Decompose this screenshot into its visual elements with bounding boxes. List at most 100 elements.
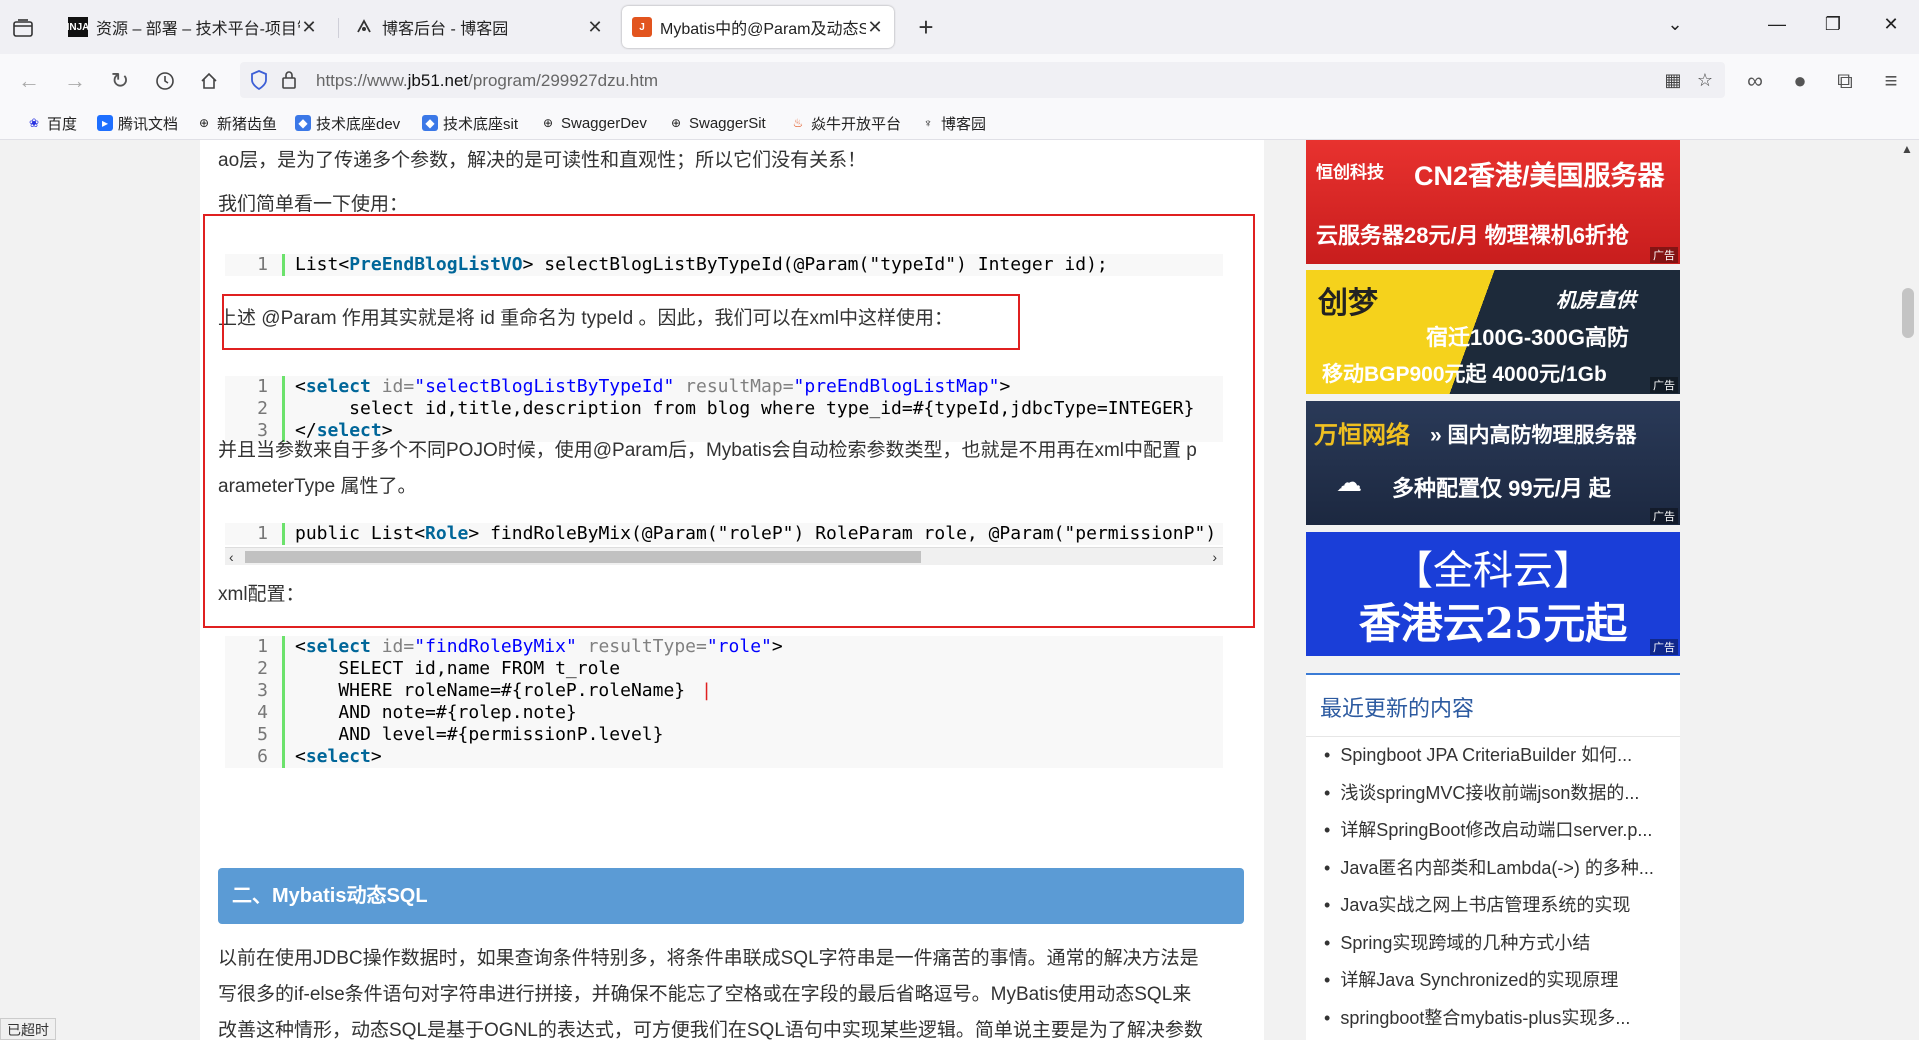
ad-tag: 广告 (1650, 377, 1678, 393)
page-vertical-scrollbar[interactable]: ▲ (1897, 140, 1919, 1040)
chevron-down-icon[interactable]: ⌄ (1660, 14, 1690, 42)
extensions-puzzle-icon[interactable]: ⧉ (1830, 66, 1860, 96)
bookmark-label: 博客园 (941, 115, 987, 133)
globe-icon: ⊕ (542, 116, 554, 130)
list-item[interactable]: Java匿名内部类和Lambda(->) 的多种... (1306, 850, 1680, 888)
inja-favicon-icon: INJA (67, 17, 89, 37)
ad-subline: 云服务器28元/月 物理裸机6折抢 (1316, 223, 1629, 248)
code-text: <select> (285, 746, 382, 768)
section-heading: 二、Mybatis动态SQL (218, 868, 1244, 924)
close-icon[interactable]: ✕ (300, 17, 318, 38)
bookmark-baidu[interactable]: ❀ 百度 (26, 113, 77, 133)
list-item[interactable]: Spring实现跨域的几种方式小结 (1306, 925, 1680, 963)
close-icon[interactable]: ✕ (586, 17, 604, 38)
forward-icon[interactable]: → (60, 66, 90, 96)
code-token: > (370, 746, 382, 767)
code-token: id= (370, 636, 415, 657)
extension-badge-icon[interactable]: ● (1785, 66, 1815, 96)
tab-title: 资源 – 部署 – 技术平台-项目管 (96, 21, 300, 38)
status-text: 已超时 (0, 1018, 56, 1040)
scrollbar-thumb[interactable] (1902, 288, 1914, 338)
recent-updates-panel: 最近更新的内容 Spingboot JPA CriteriaBuilder 如何… (1306, 673, 1680, 1040)
ad-tag: 广告 (1650, 639, 1678, 655)
bookmark-choerodon[interactable]: ⊕ 新猪齿鱼 (196, 113, 277, 133)
bookmark-label: 百度 (47, 115, 78, 133)
ad-banner-quankeyun[interactable]: 【全科云】 香港云25元起 广告 (1306, 532, 1680, 656)
ad-brand: 万恒网络 (1314, 422, 1410, 449)
list-item[interactable]: 详解SpringBoot修改启动端口server.p... (1306, 812, 1680, 850)
list-item[interactable]: Java实战之网上书店管理系统的实现 (1306, 887, 1680, 925)
ad-banner-wanheng[interactable]: 万恒网络 » 国内高防物理服务器 ☁ 多种配置仅 99元/月 起 广告 (1306, 401, 1680, 525)
list-item[interactable]: Spingboot JPA CriteriaBuilder 如何... (1306, 737, 1680, 775)
bookmark-swagger-sit[interactable]: ⊕ SwaggerSit (668, 113, 766, 133)
page-viewport: ao层，是为了传递多个参数，解决的是可读性和直观性；所以它们没有关系！ 我们简单… (0, 140, 1919, 1040)
code-text: AND level=#{permissionP.level} (295, 724, 664, 745)
tab-divider (338, 18, 339, 38)
recent-updates-list: Spingboot JPA CriteriaBuilder 如何... 浅谈sp… (1306, 737, 1680, 1037)
paragraph: 改善这种情形，动态SQL是基于OGNL的表达式，可方便我们在SQL语句中实现某些… (218, 1020, 1203, 1040)
home-icon[interactable] (194, 66, 224, 96)
tab-title: 博客后台 - 博客园 (382, 21, 509, 38)
reload-icon[interactable]: ↻ (105, 66, 135, 96)
back-icon[interactable]: ← (14, 66, 44, 96)
code-text: WHERE roleName=#{roleP.roleName} (295, 680, 686, 701)
ad-brand: 创梦 (1318, 287, 1378, 320)
blog-icon: ♆ (923, 116, 933, 130)
code-token: select (305, 636, 371, 657)
article-body: ao层，是为了传递多个参数，解决的是可读性和直观性；所以它们没有关系！ 我们简单… (200, 140, 1264, 1040)
list-item[interactable]: 浅谈springMVC接收前端json数据的... (1306, 775, 1680, 813)
bookmark-star-icon[interactable]: ☆ (1692, 67, 1718, 93)
url-text[interactable]: https://www.jb51.net/program/299927dzu.h… (316, 71, 658, 91)
flame-icon: ♨ (792, 116, 804, 130)
shield-icon[interactable] (246, 67, 272, 93)
ad-subline: 移动BGP900元起 4000元/1Gb (1322, 363, 1607, 386)
globe-icon: ⊕ (670, 116, 682, 130)
code-line: 3 WHERE roleName=#{roleP.roleName} | (225, 680, 1223, 702)
tab-resources[interactable]: INJA 资源 – 部署 – 技术平台-项目管 ✕ (58, 6, 328, 48)
bookmark-tech-dev[interactable]: ◆ 技术底座dev (295, 113, 400, 133)
menu-icon[interactable]: ≡ (1876, 66, 1906, 96)
cloud-icon: ☁ (1336, 467, 1362, 497)
tab-title: Mybatis中的@Param及动态SQ (660, 21, 866, 38)
glasses-icon[interactable]: ∞ (1740, 66, 1770, 96)
annotation-inner-box (222, 294, 1020, 350)
line-number: 3 (225, 680, 285, 702)
bookmark-cnblogs[interactable]: ♆ 博客园 (920, 113, 987, 133)
text-cursor: | (701, 680, 712, 701)
line-number: 6 (225, 746, 285, 768)
restore-icon[interactable]: ❐ (1818, 14, 1848, 42)
ad-headline: » 国内高防物理服务器 (1430, 424, 1637, 447)
jb51-favicon-icon: J (632, 17, 652, 37)
bookmark-label: 焱牛开放平台 (811, 115, 902, 133)
list-item[interactable]: 详解Java Synchronized的实现原理 (1306, 962, 1680, 1000)
code-token: select (305, 746, 371, 767)
paragraph: 以前在使用JDBC操作数据时，如果查询条件特别多，将条件串联成SQL字符串是一件… (218, 948, 1199, 969)
tab-mybatis-article[interactable]: J Mybatis中的@Param及动态SQ ✕ (622, 6, 894, 48)
line-number: 5 (225, 724, 285, 746)
ad-brand: 恒创科技 (1316, 163, 1384, 182)
minimize-icon[interactable]: — (1762, 14, 1792, 42)
ad-banner-chuangmeng[interactable]: 创梦 机房直供 宿迁100G-300G高防 移动BGP900元起 4000元/1… (1306, 270, 1680, 394)
bookmark-yanniu[interactable]: ♨ 焱牛开放平台 (790, 113, 901, 133)
line-number: 4 (225, 702, 285, 724)
bookmark-tech-sit[interactable]: ◆ 技术底座sit (422, 113, 518, 133)
new-tab-icon[interactable]: + (912, 14, 940, 42)
close-icon[interactable]: ✕ (866, 17, 884, 38)
bookmark-tencent-docs[interactable]: ▸ 腾讯文档 (97, 113, 178, 133)
ad-headline: 宿迁100G-300G高防 (1426, 325, 1629, 350)
lock-icon[interactable] (276, 67, 302, 93)
bookmark-label: SwaggerSit (689, 114, 766, 132)
bookmark-swagger-dev[interactable]: ⊕ SwaggerDev (540, 113, 647, 133)
tab-list-icon[interactable] (10, 15, 36, 41)
tab-blog-admin[interactable]: 博客后台 - 博客园 ✕ (344, 6, 614, 48)
close-window-icon[interactable]: ✕ (1876, 14, 1906, 42)
scroll-up-icon[interactable]: ▲ (1901, 142, 1913, 156)
list-item[interactable]: springboot整合mybatis-plus实现多... (1306, 1000, 1680, 1038)
qr-code-icon[interactable]: ▦ (1660, 67, 1686, 93)
code-line: 2 SELECT id,name FROM t_role (225, 658, 1223, 680)
line-number: 1 (225, 636, 285, 658)
history-icon[interactable] (150, 66, 180, 96)
address-bar[interactable]: https://www.jb51.net/program/299927dzu.h… (240, 62, 1725, 98)
ad-banner-hengchuang[interactable]: 恒创科技 CN2香港/美国服务器 云服务器28元/月 物理裸机6折抢 广告 (1306, 140, 1680, 264)
ad-subline: 香港云25元起 (1358, 599, 1628, 648)
